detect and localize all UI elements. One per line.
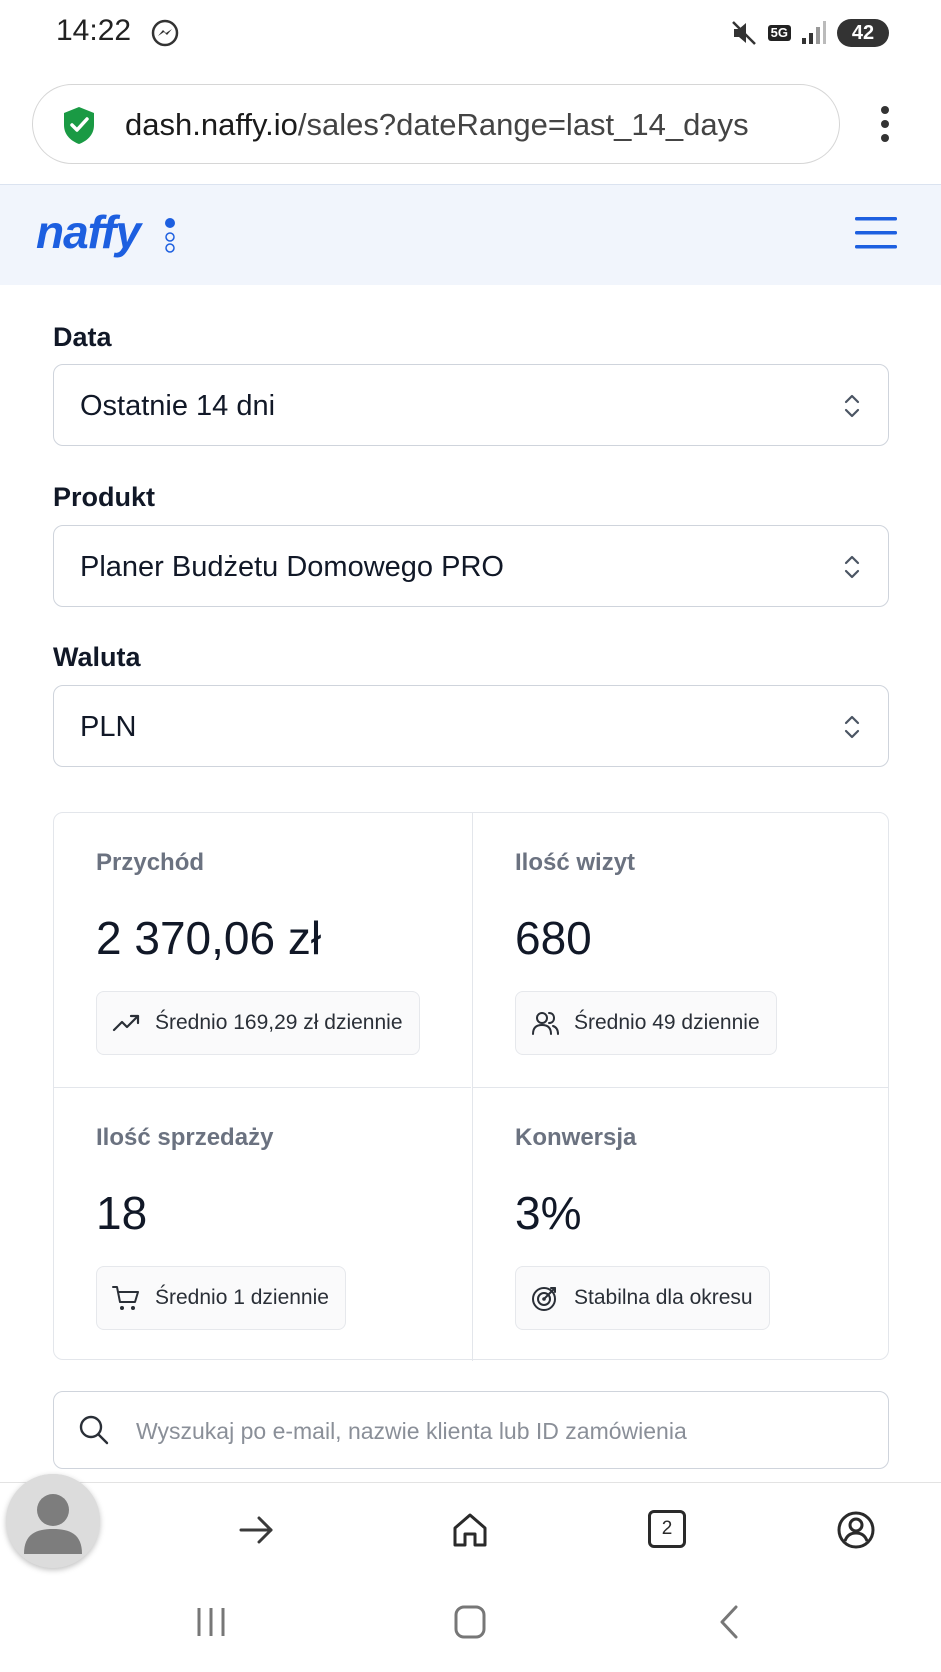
home-button-icon[interactable] [450, 1602, 490, 1642]
target-icon [532, 1287, 556, 1311]
status-icons: 5G 42 [730, 16, 889, 50]
more-options-icon[interactable] [876, 104, 894, 144]
stat-label: Ilość wizyt [515, 849, 636, 876]
stat-label: Przychód [96, 849, 205, 876]
stat-note: Średnio 1 dziennie [155, 1286, 329, 1309]
stat-value: 2 370,06 zł [96, 912, 322, 964]
product-select-value: Planer Budżetu Domowego PRO [80, 551, 504, 583]
logo[interactable]: naffy [36, 205, 141, 259]
currency-label: Waluta [53, 642, 141, 672]
avatar-icon [6, 1474, 100, 1568]
product-select[interactable]: Planer Budżetu Domowego PRO [53, 525, 889, 607]
url-host: dash.naffy.io [125, 107, 298, 142]
stat-note-chip: Średnio 49 dziennie [515, 991, 777, 1055]
status-time: 14:22 [56, 14, 132, 47]
url-text[interactable]: dash.naffy.io/sales?dateRange=last_14_da… [125, 107, 749, 143]
logo-dots-icon [165, 218, 175, 253]
stat-visits: Ilość wizyt 680 Średnio 49 dziennie [472, 813, 889, 1087]
currency-select[interactable]: PLN [53, 685, 889, 767]
messenger-icon [151, 19, 179, 47]
stats-grid: Przychód 2 370,06 zł Średnio 169,29 zł d… [53, 812, 889, 1361]
chevron-up-down-icon [844, 555, 860, 579]
back-icon[interactable] [710, 1602, 750, 1642]
stat-label: Konwersja [515, 1124, 637, 1151]
stat-sales: Ilość sprzedaży 18 Średnio 1 dziennie [54, 1087, 471, 1361]
stat-conversion: Konwersja 3% Stabilna dla okresu [472, 1087, 889, 1361]
date-label: Data [53, 322, 112, 352]
chevron-up-down-icon [844, 394, 860, 418]
trending-up-icon [112, 1014, 140, 1032]
currency-select-value: PLN [80, 711, 137, 743]
home-icon[interactable] [450, 1510, 490, 1550]
stat-revenue: Przychód 2 370,06 zł Średnio 169,29 zł d… [54, 813, 471, 1087]
shield-check-icon [64, 107, 94, 144]
stat-note-chip: Średnio 169,29 zł dziennie [96, 991, 420, 1055]
stat-label: Ilość sprzedaży [96, 1124, 274, 1151]
search-box[interactable] [53, 1391, 889, 1469]
address-bar[interactable]: dash.naffy.io/sales?dateRange=last_14_da… [32, 84, 840, 164]
stat-note: Średnio 49 dziennie [574, 1011, 760, 1034]
recent-apps-icon[interactable] [191, 1602, 231, 1642]
stat-note: Stabilna dla okresu [574, 1286, 753, 1309]
date-select-value: Ostatnie 14 dni [80, 390, 276, 422]
date-select[interactable]: Ostatnie 14 dni [53, 364, 889, 446]
network-badge: 5G [767, 25, 791, 41]
mute-icon [731, 21, 756, 45]
status-bar: 14:22 5G 42 [0, 0, 941, 70]
url-path: /sales?dateRange=last_14_days [297, 107, 749, 142]
stat-value: 18 [96, 1187, 148, 1239]
product-label: Produkt [53, 482, 156, 512]
chevron-up-down-icon [844, 715, 860, 739]
stat-note-chip: Stabilna dla okresu [515, 1266, 770, 1330]
battery-icon: 42 [837, 19, 889, 47]
forward-arrow-icon[interactable] [237, 1510, 277, 1550]
account-icon[interactable] [836, 1510, 876, 1550]
chat-head-avatar[interactable] [6, 1474, 100, 1568]
cart-icon [112, 1286, 139, 1310]
app-header: naffy [0, 184, 941, 285]
hamburger-menu-icon[interactable] [855, 215, 897, 251]
search-input[interactable] [134, 1406, 868, 1456]
signal-icon [802, 21, 826, 44]
stat-value: 3% [515, 1187, 582, 1239]
tabs-button[interactable]: 2 [648, 1510, 686, 1548]
search-icon [79, 1415, 109, 1445]
stat-value: 680 [515, 912, 592, 964]
stat-note-chip: Średnio 1 dziennie [96, 1266, 346, 1330]
stat-note: Średnio 169,29 zł dziennie [155, 1011, 403, 1034]
users-icon [532, 1012, 559, 1035]
